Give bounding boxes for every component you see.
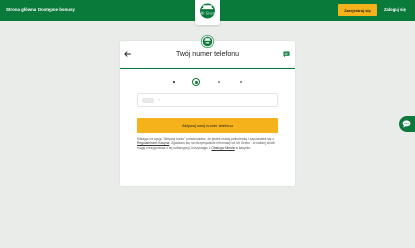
phone-verification-card: Twój numer telefonu + Aktywuj swój numer… — [120, 35, 295, 186]
step-2-current — [192, 78, 200, 86]
activate-phone-button[interactable]: Aktywuj swój numer telefonu — [137, 118, 278, 133]
mr-green-badge-icon — [201, 35, 214, 48]
phone-prefix: + — [158, 97, 161, 102]
legal-text-part3: w kasynie. — [234, 145, 251, 150]
step-1-dot — [173, 81, 175, 83]
progress-stepper — [120, 77, 295, 87]
chat-bubble-icon[interactable] — [283, 51, 290, 58]
step-4-dot — [240, 81, 242, 83]
nav-home-link[interactable]: Strona główna — [6, 7, 36, 12]
top-navbar: Strona główna Dostępne bonusy Mr Green Z… — [0, 0, 415, 25]
customer-service-link[interactable]: Obsługa Klienta — [211, 146, 234, 150]
step-3-dot — [218, 81, 220, 83]
mr-green-logo-icon: Mr Green — [199, 3, 215, 19]
legal-consent-text: Klikając na opcję "Aktywuj konto" potwie… — [137, 137, 280, 150]
nav-bonuses-link[interactable]: Dostępne bonusy — [38, 7, 75, 12]
card-header: Twój numer telefonu — [120, 35, 295, 69]
phone-number-input[interactable]: + — [137, 93, 278, 107]
chat-icon — [402, 120, 411, 128]
country-code-selector[interactable] — [142, 98, 154, 103]
page-title: Twój numer telefonu — [175, 51, 240, 58]
register-button[interactable]: Zarejestruj się — [338, 4, 377, 16]
live-chat-button[interactable] — [399, 116, 415, 132]
login-link[interactable]: Zaloguj się — [384, 7, 406, 12]
brand-logo[interactable]: Mr Green — [195, 0, 220, 25]
logo-text: Mr Green — [199, 12, 214, 16]
